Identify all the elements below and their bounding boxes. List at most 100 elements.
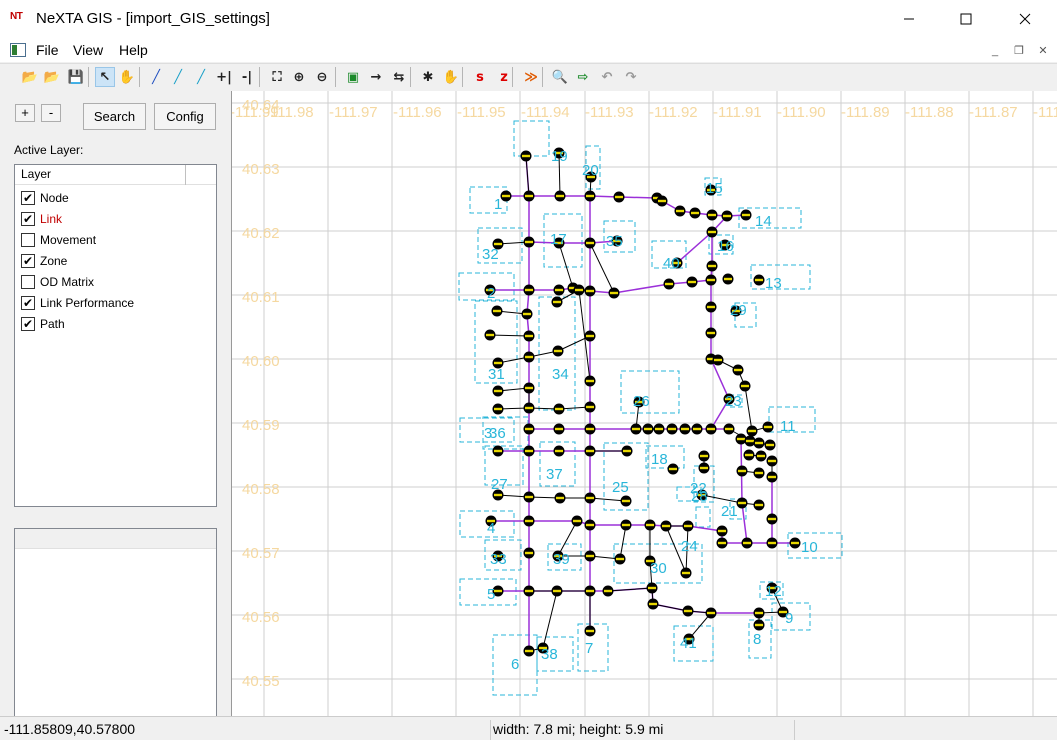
x-tick-label: -111.86 xyxy=(1033,104,1057,121)
open-folder-tool-button[interactable]: 📂 xyxy=(42,67,62,87)
maximize-button[interactable] xyxy=(937,0,995,38)
zone-label: 18 xyxy=(651,451,668,468)
one-way-arrow-tool-button[interactable]: → xyxy=(366,67,386,87)
move-hand-tool-button[interactable]: ✋ xyxy=(441,67,461,87)
zone-label: 13 xyxy=(765,275,782,292)
node-label-bar xyxy=(586,554,594,558)
layer-row-link-performance[interactable]: ✔ Link Performance xyxy=(21,292,134,313)
expand-button[interactable]: + xyxy=(15,104,35,122)
zoom-out-icon: ⊖ xyxy=(316,69,328,85)
node-label-bar xyxy=(586,496,594,500)
undo-tool-button[interactable]: ↶ xyxy=(597,67,617,87)
search-button[interactable]: Search xyxy=(83,103,146,130)
origin-tool-button[interactable]: s xyxy=(470,67,490,87)
x-tick-label: -111.90 xyxy=(777,104,826,121)
draw-link-3-tool-button[interactable]: ╱ xyxy=(191,67,211,87)
save-tool-button[interactable]: 💾 xyxy=(66,67,86,87)
menu-view[interactable]: View xyxy=(73,42,103,58)
collapse-button[interactable]: - xyxy=(41,104,61,122)
layer-row-link[interactable]: ✔ Link xyxy=(21,208,62,229)
config-button[interactable]: Config xyxy=(154,103,216,130)
node-label-bar xyxy=(723,214,731,218)
layer-row-node[interactable]: ✔ Node xyxy=(21,187,69,208)
node-label-bar xyxy=(525,449,533,453)
zoom-extent-tool-button[interactable]: ⛶ xyxy=(267,67,287,87)
node-label-bar xyxy=(604,589,612,593)
menu-file[interactable]: File xyxy=(36,42,59,58)
node-label-bar xyxy=(493,309,501,313)
zoom-out-tool-button[interactable]: ⊖ xyxy=(312,67,332,87)
x-tick-label: -111.91 xyxy=(713,104,762,121)
split-link-tool-button[interactable]: +| xyxy=(214,67,234,87)
layer-row-zone[interactable]: ✔ Zone xyxy=(21,250,67,271)
y-tick-label: 40.57 xyxy=(242,545,280,562)
export-tool-button[interactable]: ⇨ xyxy=(573,67,593,87)
node-label-bar xyxy=(623,449,631,453)
minimize-button[interactable] xyxy=(880,0,938,38)
layer-checkbox[interactable]: ✔ xyxy=(21,295,35,310)
node-label-bar xyxy=(622,523,630,527)
layer-name: Link xyxy=(40,211,63,226)
zone-boundary xyxy=(695,506,711,528)
node-label-bar xyxy=(757,454,765,458)
draw-link-icon: ╱ xyxy=(152,69,160,85)
mdi-restore-button[interactable]: ❐ xyxy=(1010,42,1028,60)
layer-row-path[interactable]: ✔ Path xyxy=(21,313,65,334)
node-label-bar xyxy=(693,427,701,431)
y-tick-label: 40.62 xyxy=(242,225,280,242)
node-label-bar xyxy=(708,213,716,217)
node-label-bar xyxy=(494,407,502,411)
layer-column-header[interactable]: Layer xyxy=(21,167,51,181)
layer-checkbox[interactable]: ✔ xyxy=(21,253,35,268)
layer-checkbox[interactable]: ✔ xyxy=(21,211,35,226)
destination-tool-button[interactable]: z xyxy=(494,67,514,87)
layer-checkbox[interactable]: ✔ xyxy=(21,190,35,205)
x-tick-label: -111.93 xyxy=(585,104,634,121)
zoom-in-tool-button[interactable]: ⊕ xyxy=(289,67,309,87)
node-label-bar xyxy=(707,427,715,431)
draw-link-tool-button[interactable]: ╱ xyxy=(146,67,166,87)
menu-help[interactable]: Help xyxy=(119,42,148,58)
new-folder-tool-button[interactable]: 📂 xyxy=(20,67,40,87)
layer-checkbox[interactable] xyxy=(21,274,35,289)
node-label-bar xyxy=(525,519,533,523)
two-way-arrow-tool-button[interactable]: ⇆ xyxy=(389,67,409,87)
node-label-bar xyxy=(707,611,715,615)
mdi-close-button[interactable]: ✕ xyxy=(1034,42,1052,60)
node-label-bar xyxy=(662,524,670,528)
link xyxy=(489,334,530,337)
node-label-bar xyxy=(494,361,502,365)
zone-label: 6 xyxy=(511,656,519,673)
node-label-bar xyxy=(586,629,594,633)
path-tool-button[interactable]: ≫ xyxy=(521,67,541,87)
node-label-bar xyxy=(768,541,776,545)
property-list-header xyxy=(15,529,216,549)
network-map[interactable]: -111.99-111.98 -111.97 -111.96 -111.95 -111.… xyxy=(232,91,1057,716)
close-button[interactable] xyxy=(996,0,1054,38)
mdi-minimize-button[interactable]: _ xyxy=(986,42,1004,60)
layer-row-movement[interactable]: Movement xyxy=(21,229,96,250)
active-layer-label: Active Layer: xyxy=(14,143,84,157)
split-link-2-tool-button[interactable]: -| xyxy=(237,67,257,87)
node-tool-button[interactable]: ▣ xyxy=(343,67,363,87)
map-canvas[interactable]: -111.99 -111.98 -111.97 -111.96 -111.95 -111.… xyxy=(231,91,1057,716)
layer-row-od-matrix[interactable]: OD Matrix xyxy=(21,271,94,292)
zone-label: 12 xyxy=(765,583,782,600)
toolbar-separator xyxy=(512,67,513,87)
node-label-bar xyxy=(676,209,684,213)
search-node-tool-button[interactable]: 🔍 xyxy=(550,67,570,87)
layer-checkbox[interactable]: ✔ xyxy=(21,316,35,331)
layer-checkbox[interactable] xyxy=(21,232,35,247)
node-label-bar xyxy=(768,517,776,521)
node-label-bar xyxy=(586,589,594,593)
redo-tool-button[interactable]: ↷ xyxy=(621,67,641,87)
draw-link-2-tool-button[interactable]: ╱ xyxy=(168,67,188,87)
node-label-bar xyxy=(555,288,563,292)
select-arrow-tool-button[interactable]: ↖ xyxy=(95,67,115,87)
app-logo-icon: NT xyxy=(10,11,23,22)
zone-label: 40 xyxy=(663,255,680,272)
zoom-in-icon: ⊕ xyxy=(293,69,305,85)
node-label-bar xyxy=(724,277,732,281)
move-node-tool-button[interactable]: ✱ xyxy=(418,67,438,87)
pan-hand-tool-button[interactable]: ✋ xyxy=(117,67,137,87)
